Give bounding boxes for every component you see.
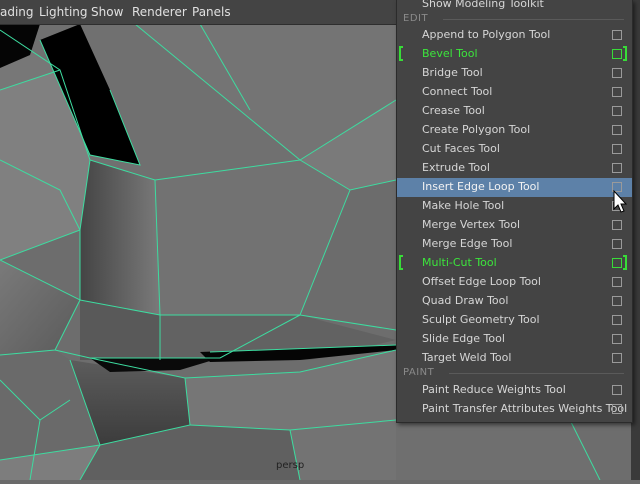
menu-item-label: Merge Vertex Tool [422, 218, 521, 231]
menu-item-label: Sculpt Geometry Tool [422, 313, 540, 326]
option-box-icon[interactable] [612, 277, 622, 287]
option-box-icon[interactable] [612, 163, 622, 173]
menu-item-label: Append to Polygon Tool [422, 28, 551, 41]
option-box-icon[interactable] [612, 144, 622, 154]
option-box-icon[interactable] [612, 385, 622, 395]
menu-item-create-polygon-tool[interactable]: Create Polygon Tool [397, 121, 632, 140]
option-box-icon[interactable] [612, 30, 622, 40]
section-paint: PAINT [397, 366, 632, 380]
menu-item-label: Quad Draw Tool [422, 294, 509, 307]
menu-item-label: Multi-Cut Tool [422, 256, 497, 269]
section-label: EDIT [403, 13, 429, 24]
menu-item-label: Make Hole Tool [422, 199, 505, 212]
menu-item-label: Bridge Tool [422, 66, 483, 79]
menu-item-paint-reduce-weights-tool[interactable]: Paint Reduce Weights Tool [397, 381, 632, 400]
menu-item-label: Offset Edge Loop Tool [422, 275, 541, 288]
menu-item-label: Paint Transfer Attributes Weights Tool [422, 402, 628, 415]
menu-item-insert-edge-loop-tool[interactable]: Insert Edge Loop Tool [397, 178, 632, 197]
menu-item-label: Extrude Tool [422, 161, 490, 174]
option-box-icon[interactable] [612, 68, 622, 78]
menu-item-extrude-tool[interactable]: Extrude Tool [397, 159, 632, 178]
menu-item-connect-tool[interactable]: Connect Tool [397, 83, 632, 102]
menu-item-paint-transfer-attributes-weights-tool[interactable]: Paint Transfer Attributes Weights Tool [397, 400, 632, 419]
menu-item-sculpt-geometry-tool[interactable]: Sculpt Geometry Tool [397, 311, 632, 330]
menu-item-label: Crease Tool [422, 104, 485, 117]
section-edit: EDIT [397, 12, 632, 26]
menu-item-label: Target Weld Tool [422, 351, 512, 364]
menu-item-label: Cut Faces Tool [422, 142, 500, 155]
menu-item-merge-vertex-tool[interactable]: Merge Vertex Tool [397, 216, 632, 235]
selection-bracket-left-icon [399, 255, 403, 270]
menu-item-label: Show Modeling Toolkit [422, 0, 544, 10]
menu-show[interactable]: Show [91, 5, 123, 19]
menu-shading[interactable]: ading [0, 5, 34, 19]
menu-item-bridge-tool[interactable]: Bridge Tool [397, 64, 632, 83]
option-box-icon[interactable] [612, 220, 622, 230]
menu-item-bevel-tool[interactable]: Bevel Tool [397, 45, 632, 64]
option-box-icon[interactable] [612, 258, 622, 268]
menu-item-cut-faces-tool[interactable]: Cut Faces Tool [397, 140, 632, 159]
selection-bracket-right-icon [623, 255, 627, 270]
menu-item-crease-tool[interactable]: Crease Tool [397, 102, 632, 121]
menu-item-offset-edge-loop-tool[interactable]: Offset Edge Loop Tool [397, 273, 632, 292]
menu-item-slide-edge-tool[interactable]: Slide Edge Tool [397, 330, 632, 349]
option-box-icon[interactable] [612, 404, 622, 414]
menu-item-merge-edge-tool[interactable]: Merge Edge Tool [397, 235, 632, 254]
option-box-icon[interactable] [612, 87, 622, 97]
section-divider [449, 373, 624, 374]
menu-renderer[interactable]: Renderer [132, 5, 187, 19]
menu-item-multi-cut-tool[interactable]: Multi-Cut Tool [397, 254, 632, 273]
panel-menubar: ading Lighting Show Renderer Panels [0, 0, 396, 25]
option-box-icon[interactable] [612, 49, 622, 59]
menu-item-append-to-polygon-tool[interactable]: Append to Polygon Tool [397, 26, 632, 45]
section-divider [443, 19, 624, 20]
menu-item-label: Merge Edge Tool [422, 237, 513, 250]
camera-label: persp [276, 460, 305, 471]
menu-item-make-hole-tool[interactable]: Make Hole Tool [397, 197, 632, 216]
menu-lighting[interactable]: Lighting [39, 5, 88, 19]
option-box-icon[interactable] [612, 296, 622, 306]
menu-item-label: Insert Edge Loop Tool [422, 180, 540, 193]
selection-bracket-right-icon [623, 46, 627, 61]
section-label: PAINT [403, 367, 435, 378]
mouse-cursor-icon [613, 190, 627, 213]
menu-item-label: Bevel Tool [422, 47, 478, 60]
menu-item-quad-draw-tool[interactable]: Quad Draw Tool [397, 292, 632, 311]
mesh-tools-menu: Show Modeling Toolkit EDIT Append to Pol… [396, 0, 633, 423]
menu-panels[interactable]: Panels [192, 5, 231, 19]
option-box-icon[interactable] [612, 125, 622, 135]
menu-item-label: Paint Reduce Weights Tool [422, 383, 566, 396]
option-box-icon[interactable] [612, 106, 622, 116]
menu-item-label: Create Polygon Tool [422, 123, 531, 136]
menu-item-label: Slide Edge Tool [422, 332, 505, 345]
option-box-icon[interactable] [612, 353, 622, 363]
menu-item-label: Connect Tool [422, 85, 493, 98]
option-box-icon[interactable] [612, 315, 622, 325]
option-box-icon[interactable] [612, 239, 622, 249]
selection-bracket-left-icon [399, 46, 403, 61]
option-box-icon[interactable] [612, 334, 622, 344]
